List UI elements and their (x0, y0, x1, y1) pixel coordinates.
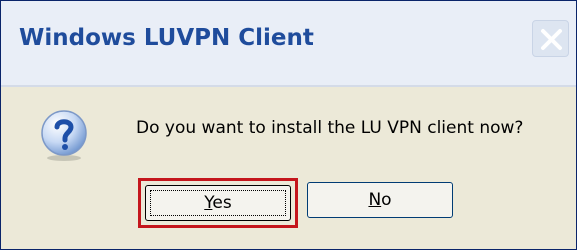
no-button[interactable]: No (307, 182, 453, 218)
yes-button-label: Yes (146, 192, 290, 214)
yes-button-highlight: Yes (138, 178, 298, 228)
no-button-label: No (308, 189, 452, 211)
close-button[interactable] (532, 20, 569, 57)
yes-button[interactable]: Yes (145, 185, 291, 221)
question-icon (41, 110, 87, 161)
no-label-rest: o (381, 190, 392, 210)
close-icon (541, 29, 562, 50)
window-title: Windows LUVPN Client (19, 25, 314, 51)
yes-label-rest: es (212, 193, 232, 213)
no-accelerator: N (368, 190, 382, 210)
title-bar[interactable]: Windows LUVPN Client (1, 1, 576, 87)
dialog-message: Do you want to install the LU VPN client… (136, 118, 524, 138)
dialog-window: Windows LUVPN Client Do you want to inst… (0, 0, 577, 250)
dialog-body: Do you want to install the LU VPN client… (1, 87, 576, 249)
